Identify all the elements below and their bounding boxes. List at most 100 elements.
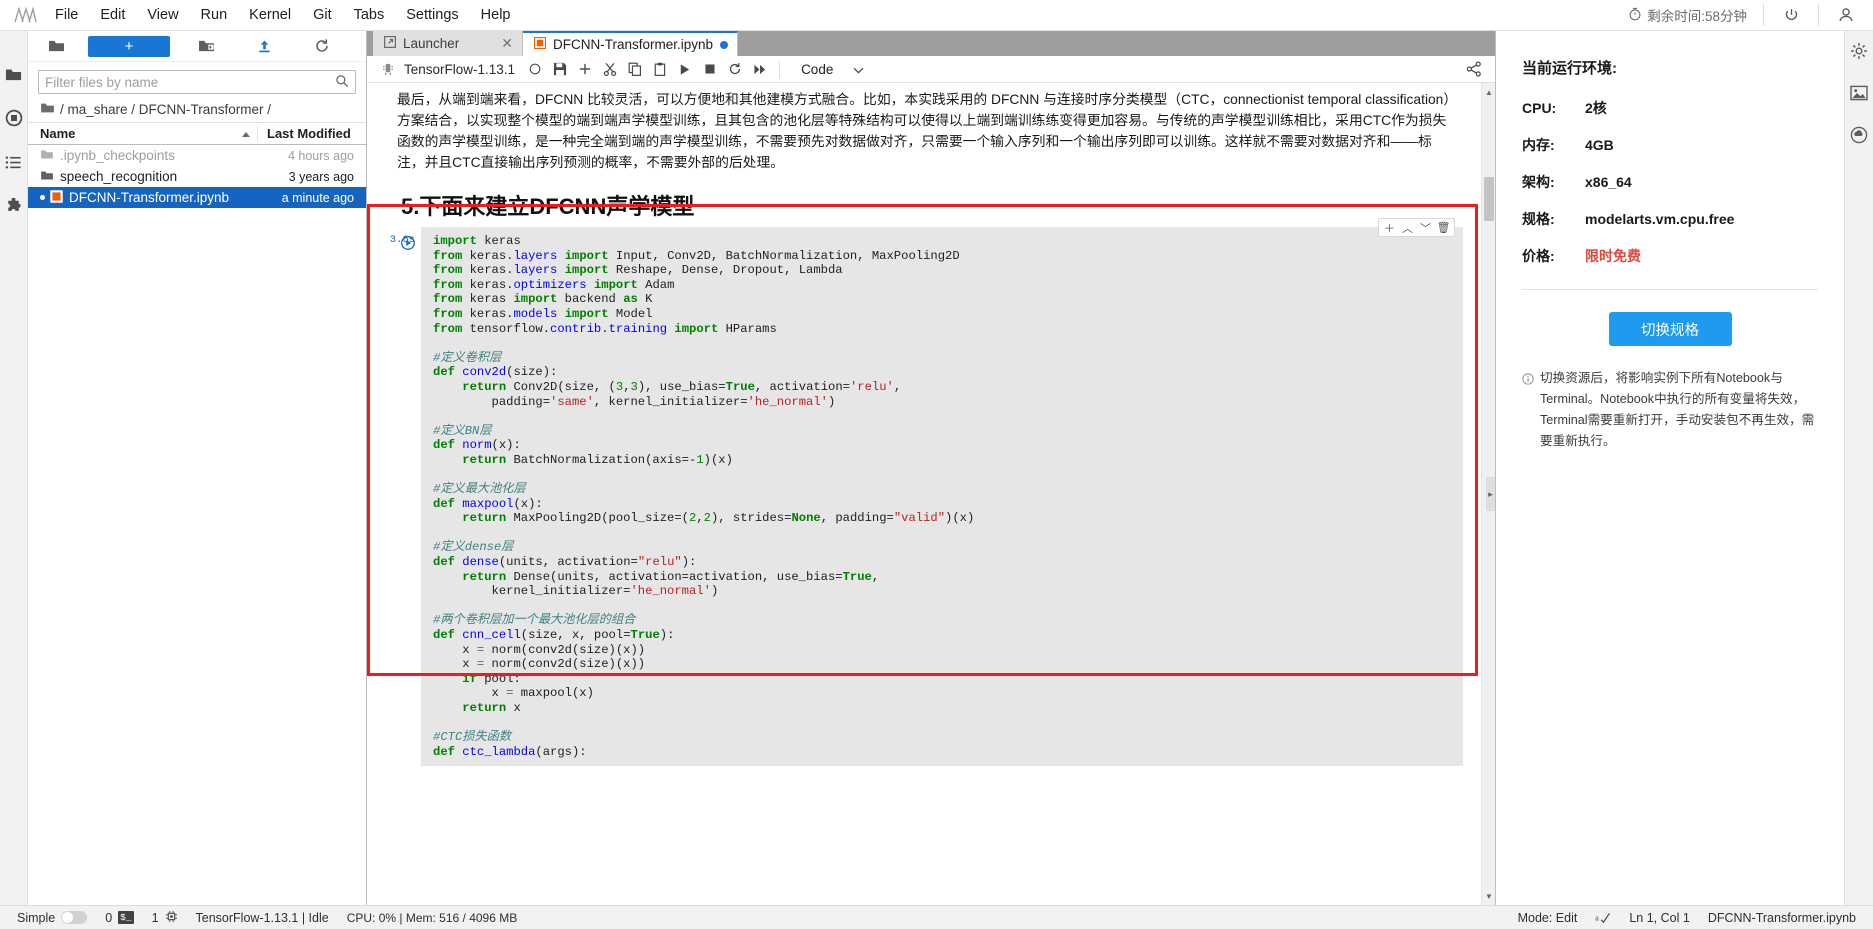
code-editor[interactable]: import keras from keras.layers import In… (421, 227, 1463, 767)
menu-kernel[interactable]: Kernel (238, 3, 302, 27)
breadcrumb[interactable]: / ma_share / DFCNN-Transformer / (28, 98, 366, 122)
gear-icon[interactable] (1848, 40, 1870, 62)
refresh-icon[interactable] (300, 32, 344, 60)
kernel-icon (375, 57, 400, 82)
interrupt-button[interactable] (697, 57, 722, 82)
unsaved-dot-icon[interactable] (720, 40, 729, 49)
code-cell[interactable]: 3.6s ＋ ︿ ﹀ 🗑 import keras from keras.lay… (367, 218, 1481, 767)
menu-tabs[interactable]: Tabs (343, 3, 396, 27)
search-input[interactable] (45, 74, 335, 90)
env-label: 架构: (1522, 174, 1555, 190)
close-icon[interactable]: ✕ (501, 35, 513, 52)
env-row-memory: 内存: 4GB (1522, 135, 1818, 155)
scrollbar-thumb[interactable] (1484, 177, 1494, 221)
new-launcher-button[interactable]: + (88, 35, 170, 57)
kernels-count: 1 (151, 910, 159, 925)
status-bar: Simple 0 $_ 1 TensorFlow-1.13.1 | Idle C… (0, 905, 1873, 929)
kernels-status[interactable]: 1 (143, 906, 187, 929)
kernel-name-label[interactable]: TensorFlow-1.13.1 (404, 62, 515, 77)
menu-bar: File Edit View Run Kernel Git Tabs Setti… (0, 0, 1873, 31)
file-list-header: Name Last Modified (28, 122, 366, 145)
run-button[interactable] (672, 57, 697, 82)
delete-icon[interactable]: 🗑 (1435, 220, 1452, 235)
power-icon[interactable] (1764, 0, 1818, 31)
scroll-down-arrow-icon[interactable]: ▼ (1482, 889, 1495, 903)
column-header-name[interactable]: Name (28, 126, 258, 141)
idle-circle-icon (522, 57, 547, 82)
sidebar-item-running[interactable] (3, 107, 25, 129)
env-value: modelarts.vm.cpu.free (1585, 211, 1735, 227)
menu-bar-right: 剩余时间:58分钟 (1612, 0, 1873, 31)
paste-button[interactable] (647, 57, 672, 82)
restart-run-all-button[interactable] (747, 57, 772, 82)
edit-mode-indicator[interactable]: Mode: Edit (1509, 906, 1587, 929)
copy-button[interactable] (622, 57, 647, 82)
image-icon[interactable] (1848, 82, 1870, 104)
terminals-count: 0 (105, 910, 113, 925)
cursor-position[interactable]: Ln 1, Col 1 (1620, 906, 1698, 929)
menu-file[interactable]: File (44, 3, 89, 27)
terminals-status[interactable]: 0 $_ (96, 906, 142, 929)
sort-asc-icon (241, 126, 251, 141)
simple-mode-toggle[interactable] (61, 911, 88, 924)
restart-button[interactable] (722, 57, 747, 82)
user-account-icon[interactable] (1819, 0, 1873, 31)
file-modified-cell: 3 years ago (288, 169, 354, 184)
env-value: 限时免费 (1585, 248, 1641, 264)
duplicate-icon[interactable]: ＋ (1381, 220, 1398, 235)
switch-warning-note: 切换资源后，将影响实例下所有Notebook与Terminal。Notebook… (1522, 368, 1818, 452)
file-list: .ipynb_checkpoints 4 hours ago speech_re… (28, 145, 366, 905)
menu-help[interactable]: Help (470, 3, 522, 27)
list-item[interactable]: .ipynb_checkpoints 4 hours ago (28, 145, 366, 166)
terminal-icon: $_ (118, 911, 134, 924)
menu-git[interactable]: Git (302, 3, 343, 27)
sidebar-item-file-browser[interactable] (3, 63, 25, 85)
right-panel-expand-handle[interactable]: ▸ (1486, 477, 1495, 511)
spellcheck-icon[interactable]: a (1586, 906, 1620, 929)
section-heading[interactable]: 5.下面来建立DFCNN声学模型 (367, 177, 1481, 227)
chevron-down-icon (853, 62, 864, 77)
cut-button[interactable] (597, 57, 622, 82)
sidebar-item-commands[interactable] (3, 151, 25, 173)
switch-flavor-button[interactable]: 切换规格 (1608, 312, 1732, 346)
menu-run[interactable]: Run (190, 3, 239, 27)
left-sidebar-rail (0, 31, 28, 905)
folder-icon[interactable] (34, 32, 78, 60)
cloud-icon[interactable] (1848, 124, 1870, 146)
kernel-status-text[interactable]: TensorFlow-1.13.1 | Idle (187, 906, 338, 929)
share-icon[interactable] (1461, 56, 1487, 82)
cell-action-toolbar[interactable]: ＋ ︿ ﹀ 🗑 (1378, 218, 1455, 237)
new-folder-icon[interactable] (184, 32, 228, 60)
sidebar-item-extensions[interactable] (3, 195, 25, 217)
launcher-icon (384, 36, 396, 51)
divider (779, 60, 781, 78)
save-button[interactable] (547, 57, 572, 82)
menu-view[interactable]: View (136, 3, 189, 27)
move-up-icon[interactable]: ︿ (1399, 220, 1416, 235)
env-label: 内存: (1522, 137, 1555, 153)
kernel-chip-icon (165, 910, 178, 926)
markdown-cell[interactable]: 最后，从端到端来看，DFCNN 比较灵活，可以方便地和其他建模方式融合。比如，本… (367, 83, 1481, 177)
play-circle-icon[interactable] (401, 236, 415, 250)
menu-edit[interactable]: Edit (89, 3, 136, 27)
column-header-last-modified[interactable]: Last Modified (258, 126, 366, 141)
env-row-cpu: CPU: 2核 (1522, 98, 1818, 118)
cell-prompt: 3.6s (389, 234, 415, 246)
env-row-price: 价格: 限时免费 (1522, 246, 1818, 266)
env-value: 2核 (1585, 100, 1607, 116)
tab-launcher[interactable]: Launcher ✕ (373, 31, 523, 56)
upload-icon[interactable] (242, 32, 286, 60)
simple-mode-toggle-group[interactable]: Simple (8, 906, 96, 929)
list-item[interactable]: DFCNN-Transformer.ipynb a minute ago (28, 187, 366, 208)
scroll-up-arrow-icon[interactable]: ▲ (1482, 85, 1495, 99)
cell-type-select[interactable]: Code (797, 62, 868, 77)
filter-files-box[interactable] (38, 70, 356, 94)
tab-bar: Launcher ✕ DFCNN-Transformer.ipynb (367, 31, 1495, 56)
tab-dfcnn-transformer-notebook[interactable]: DFCNN-Transformer.ipynb (523, 31, 739, 56)
move-down-icon[interactable]: ﹀ (1417, 220, 1434, 235)
file-browser-toolbar: + (28, 31, 366, 62)
search-icon[interactable] (335, 74, 349, 91)
insert-cell-button[interactable] (572, 57, 597, 82)
list-item[interactable]: speech_recognition 3 years ago (28, 166, 366, 187)
menu-settings[interactable]: Settings (395, 3, 469, 27)
